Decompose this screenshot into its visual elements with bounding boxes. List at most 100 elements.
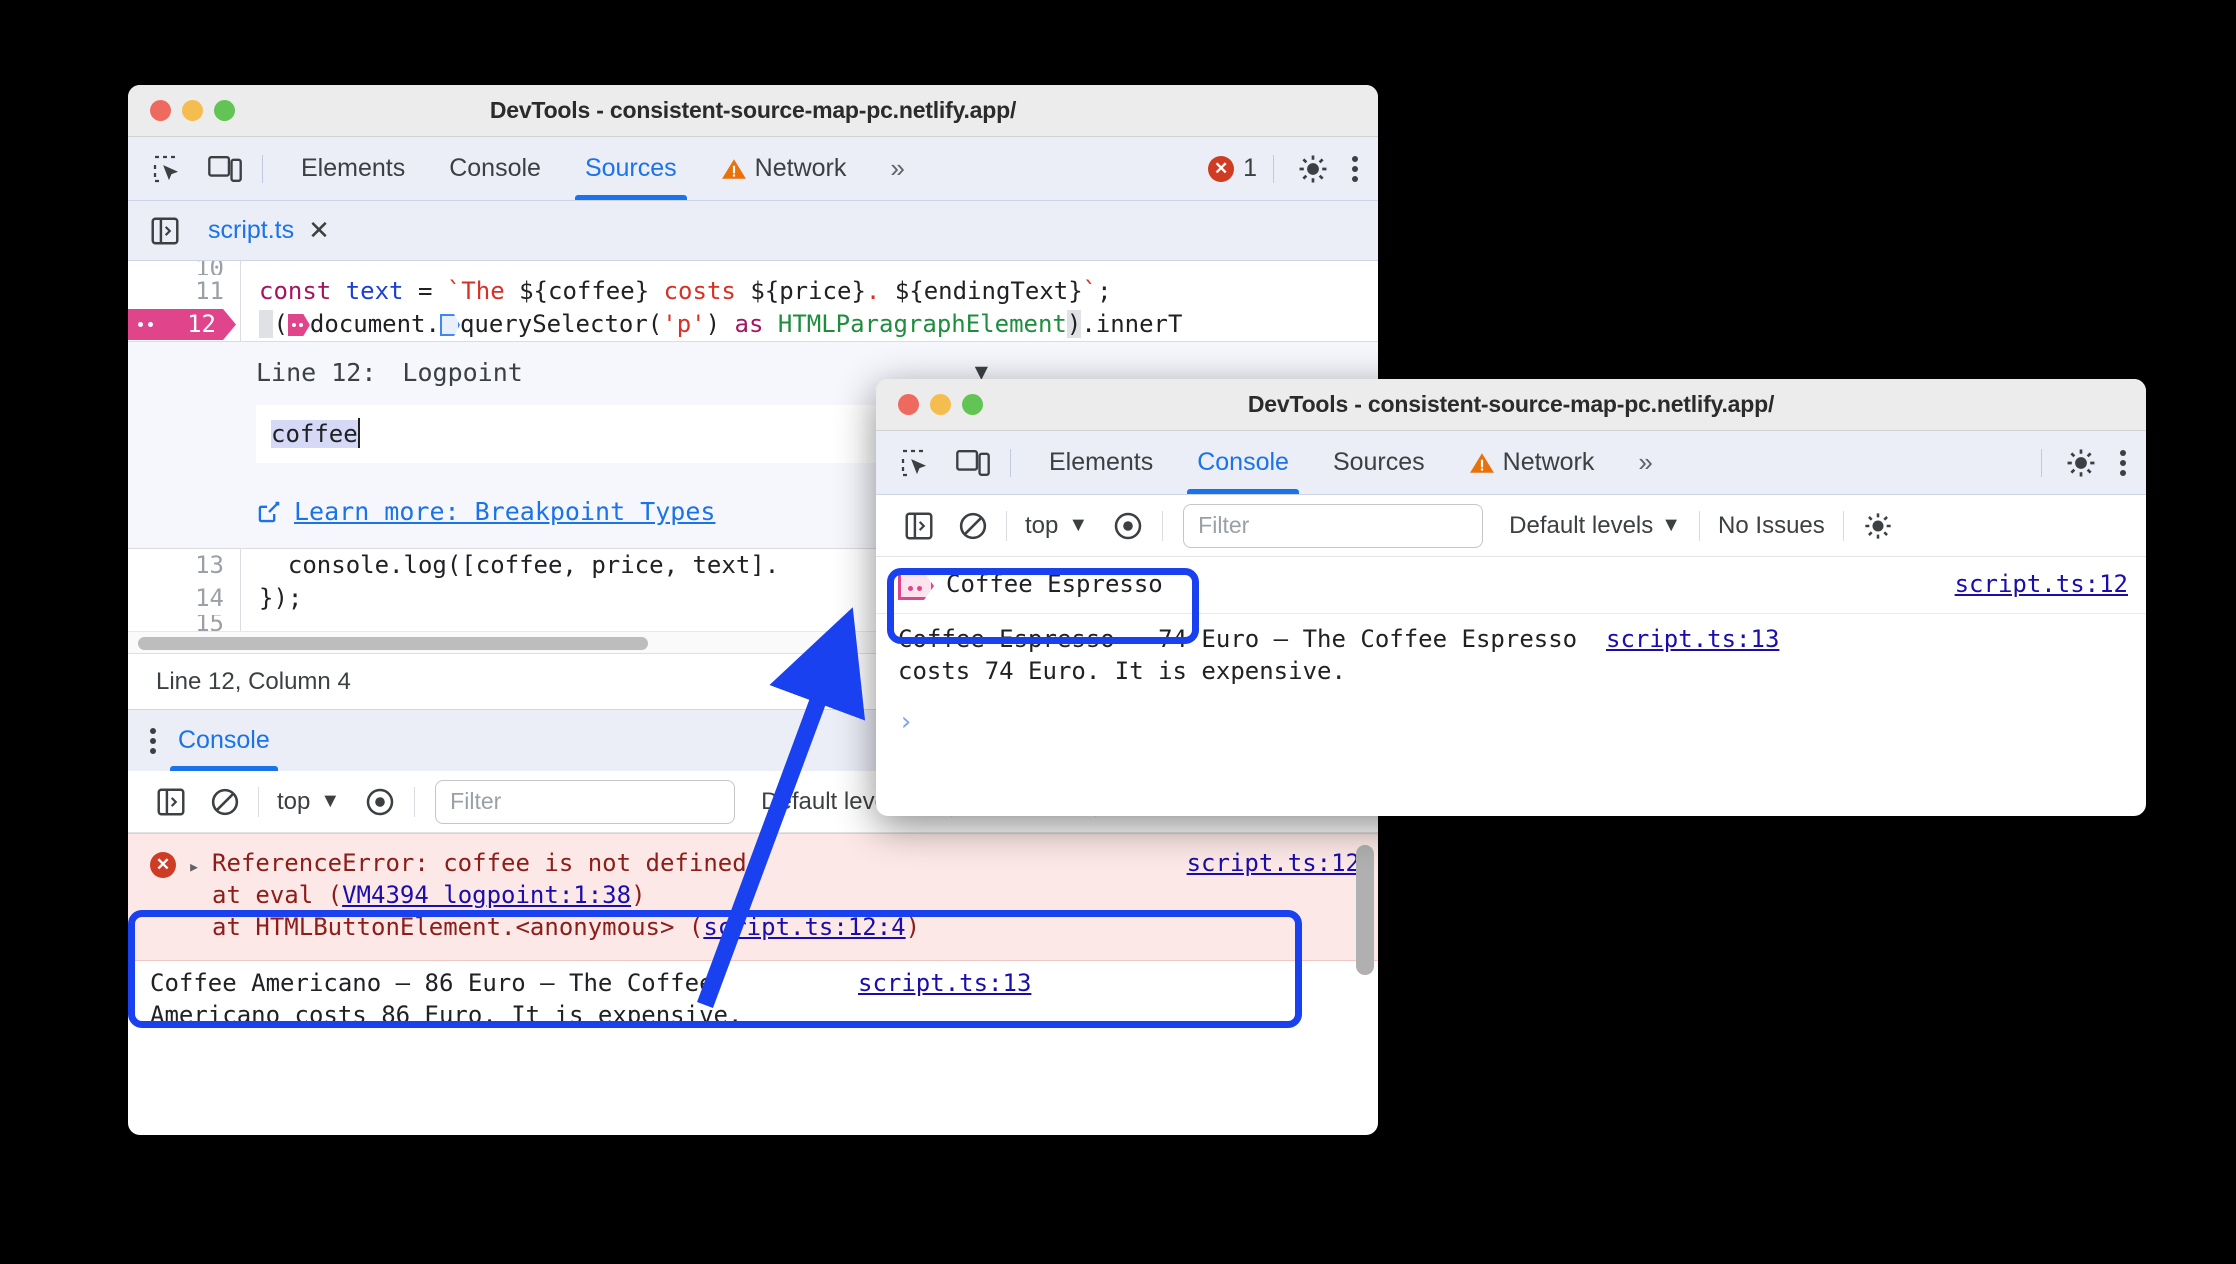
front-panel-tabs[interactable]: Elements Console Sources Network » (1011, 431, 1675, 494)
console-filter-input[interactable]: Filter (1183, 503, 1484, 548)
script-location-link[interactable]: script.ts:12:4 (703, 913, 905, 941)
error-source-link[interactable]: script.ts:12 (1169, 848, 1360, 944)
back-more-options-icon[interactable] (1352, 155, 1358, 182)
error-icon: ✕ (150, 852, 176, 878)
minimize-button[interactable] (182, 100, 203, 121)
line-number-15: 15 (195, 615, 224, 631)
console-error-message[interactable]: ✕ ▸ ReferenceError: coffee is not define… (128, 833, 1378, 961)
tab-sources[interactable]: Sources (563, 137, 699, 200)
logpoint-dots-icon (138, 322, 153, 327)
code-text-11: const text = `The ${coffee} costs ${pric… (240, 275, 1378, 308)
log-levels-dropdown[interactable]: Default levels ▼ (1497, 512, 1693, 540)
logpoint-gutter-marker[interactable]: 12 (128, 309, 236, 340)
console-sidebar-icon[interactable] (144, 787, 198, 817)
error-count-badge[interactable]: ✕ 1 (1208, 154, 1257, 183)
inspect-element-icon[interactable] (892, 440, 938, 486)
console-log-message[interactable]: Coffee Americano — 86 Euro — The Coffee … (128, 961, 1378, 1039)
back-devtools-tabbar[interactable]: Elements Console Sources Network » ✕ 1 (128, 137, 1378, 201)
log-text: Coffee Americano — 86 Euro — The Coffee … (150, 968, 743, 1029)
breakpoint-line-label: Line 12: (256, 358, 377, 387)
expand-arrow-icon[interactable]: ▸ (188, 853, 200, 944)
error-icon: ✕ (1208, 155, 1235, 182)
close-icon[interactable]: ✕ (308, 215, 330, 246)
back-window-titlebar: DevTools - consistent-source-map-pc.netl… (128, 85, 1378, 137)
file-tab-script-ts[interactable]: script.ts ✕ (188, 201, 348, 260)
front-console-toolbar[interactable]: top ▼ Filter Default levels ▼ No Issues (876, 495, 2146, 557)
sources-file-tabbar[interactable]: script.ts ✕ (128, 201, 1378, 261)
console-log-message[interactable]: Coffee Espresso — 74 Euro — The Coffee E… (876, 614, 2146, 695)
live-expression-icon[interactable] (352, 786, 408, 818)
inline-breakpoint-icon[interactable] (439, 314, 460, 336)
tab-network[interactable]: Network (699, 137, 869, 200)
screenshot-stage: DevTools - consistent-source-map-pc.netl… (0, 0, 2236, 1264)
close-button[interactable] (898, 394, 919, 415)
line-number-10: 10 (195, 261, 224, 275)
front-window-titlebar: DevTools - consistent-source-map-pc.netl… (876, 379, 2146, 431)
line-number-13: 13 (195, 551, 224, 579)
live-expression-icon[interactable] (1100, 510, 1156, 542)
front-tabbar-right[interactable] (2041, 440, 2146, 486)
tab-sources[interactable]: Sources (1311, 431, 1447, 494)
warning-triangle-icon (721, 157, 747, 181)
logpoint-source-link[interactable]: script.ts:12 (1937, 569, 2128, 601)
clear-console-icon[interactable] (946, 511, 1000, 541)
line-number-11: 11 (195, 277, 224, 305)
navigator-toggle-icon[interactable] (142, 208, 188, 254)
cursor-position-label: Line 12, Column 4 (156, 667, 351, 695)
inline-logpoint-icon[interactable] (287, 314, 310, 336)
more-tabs-button[interactable]: » (868, 137, 926, 200)
back-panel-tabs[interactable]: Elements Console Sources Network » (263, 137, 927, 200)
filter-placeholder: Filter (450, 788, 502, 814)
execution-context-selector[interactable]: top ▼ (265, 788, 352, 816)
log-text: Coffee Espresso — 74 Euro — The Coffee E… (898, 624, 1578, 685)
console-vertical-scrollbar[interactable] (1356, 845, 1374, 975)
tab-elements[interactable]: Elements (1027, 431, 1175, 494)
settings-gear-icon[interactable] (1290, 146, 1336, 192)
inspect-element-icon[interactable] (144, 146, 190, 192)
back-inspect-tools[interactable] (128, 146, 262, 192)
devtools-console-window[interactable]: DevTools - consistent-source-map-pc.netl… (876, 379, 2146, 816)
console-settings-icon[interactable] (1850, 510, 1894, 542)
tab-console[interactable]: Console (1175, 431, 1311, 494)
close-button[interactable] (150, 100, 171, 121)
tabbar-right-divider (1273, 154, 1274, 183)
back-console-output[interactable]: ✕ ▸ ReferenceError: coffee is not define… (128, 833, 1378, 1033)
front-traffic-lights[interactable] (876, 394, 983, 415)
console-logpoint-message[interactable]: Coffee Espresso script.ts:12 (876, 557, 2146, 614)
front-devtools-tabbar[interactable]: Elements Console Sources Network » (876, 431, 2146, 495)
log-source-link[interactable]: script.ts:13 (840, 968, 1031, 1032)
zoom-button[interactable] (214, 100, 235, 121)
front-window-title: DevTools - consistent-source-map-pc.netl… (1247, 391, 1775, 417)
file-tab-label: script.ts (208, 216, 295, 244)
device-toolbar-icon[interactable] (950, 440, 996, 486)
front-console-output[interactable]: Coffee Espresso script.ts:12 Coffee Espr… (876, 557, 2146, 749)
issues-status-label[interactable]: No Issues (1706, 512, 1837, 540)
tab-network[interactable]: Network (1447, 431, 1617, 494)
device-toolbar-icon[interactable] (202, 146, 248, 192)
more-tabs-button[interactable]: » (1616, 431, 1674, 494)
tab-elements[interactable]: Elements (279, 137, 427, 200)
back-tabbar-right[interactable]: ✕ 1 (1208, 146, 1378, 192)
tabbar-right-divider (2041, 448, 2042, 477)
front-inspect-tools[interactable] (876, 440, 1010, 486)
log-source-link[interactable]: script.ts:13 (1588, 624, 1779, 688)
chevron-down-icon: ▼ (1068, 514, 1089, 536)
execution-context-selector[interactable]: top ▼ (1013, 512, 1100, 540)
zoom-button[interactable] (962, 394, 983, 415)
learn-more-label: Learn more: Breakpoint Types (294, 497, 716, 526)
tab-console[interactable]: Console (427, 137, 563, 200)
front-more-options-icon[interactable] (2120, 449, 2126, 476)
console-sidebar-icon[interactable] (892, 511, 946, 541)
clear-console-icon[interactable] (198, 787, 252, 817)
prompt-caret-icon: › (898, 706, 914, 737)
line-number-14: 14 (195, 584, 224, 612)
line-number-12[interactable]: 12 (128, 308, 240, 341)
console-filter-input[interactable]: Filter (435, 779, 736, 824)
logpoint-expression-value: coffee (271, 418, 360, 448)
settings-gear-icon[interactable] (2058, 440, 2104, 486)
minimize-button[interactable] (930, 394, 951, 415)
back-traffic-lights[interactable] (128, 100, 235, 121)
console-prompt[interactable]: › (876, 695, 2146, 749)
vm-logpoint-link[interactable]: VM4394 logpoint:1:38 (342, 881, 631, 909)
drawer-tab-console[interactable]: Console (156, 710, 292, 771)
